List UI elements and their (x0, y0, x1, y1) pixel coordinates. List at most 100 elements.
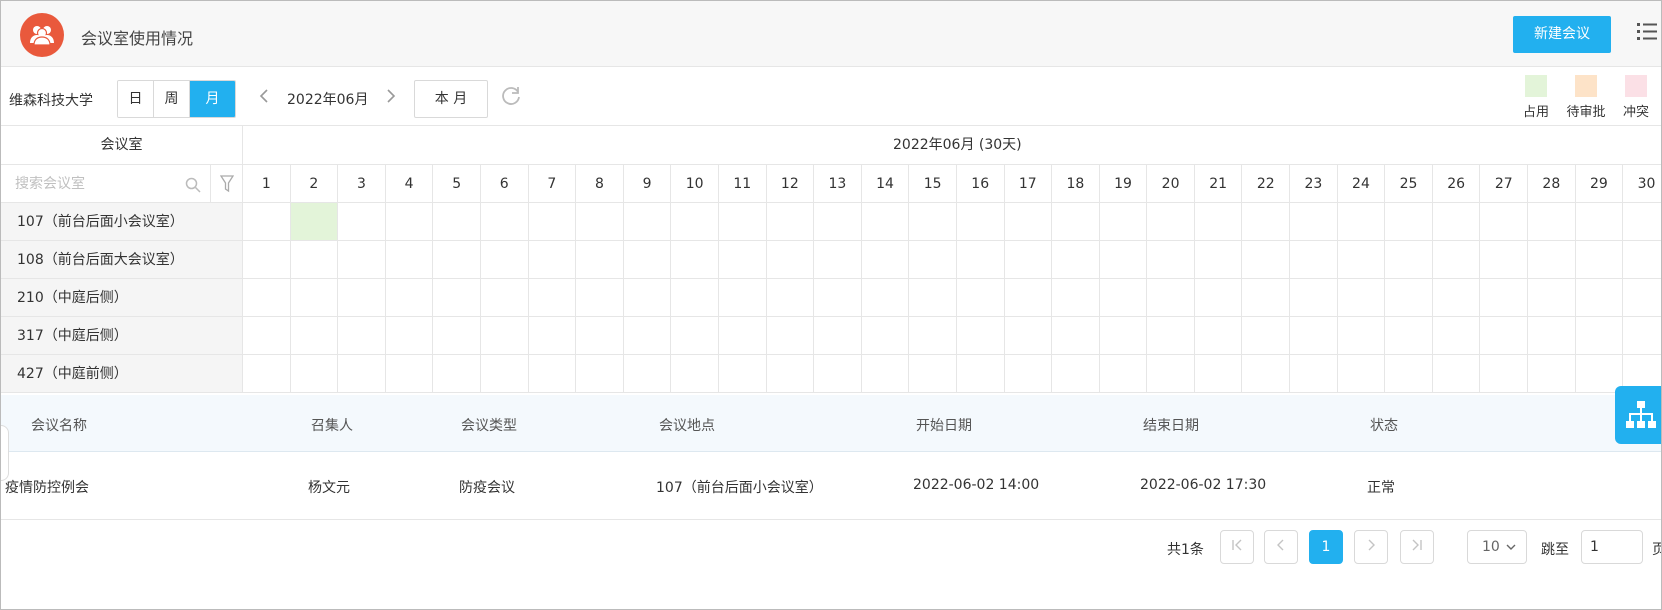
schedule-cell[interactable] (1195, 203, 1243, 240)
schedule-cell[interactable] (1005, 203, 1053, 240)
schedule-cell[interactable] (624, 203, 672, 240)
schedule-cell[interactable] (1338, 355, 1386, 392)
schedule-cell[interactable] (338, 203, 386, 240)
org-chart-button[interactable] (1615, 386, 1661, 444)
schedule-cell[interactable] (1338, 317, 1386, 354)
schedule-cell[interactable] (671, 279, 719, 316)
schedule-cell[interactable] (719, 203, 767, 240)
schedule-cell[interactable] (814, 203, 862, 240)
prev-page-icon[interactable] (1264, 530, 1298, 564)
schedule-cell[interactable] (1528, 355, 1576, 392)
schedule-cell[interactable] (862, 241, 910, 278)
schedule-cell[interactable] (1338, 241, 1386, 278)
room-row-label[interactable]: 427（中庭前侧） (1, 355, 243, 393)
schedule-cell[interactable] (1480, 279, 1529, 316)
room-row-label[interactable]: 107（前台后面小会议室） (1, 203, 243, 241)
schedule-cell[interactable] (957, 355, 1005, 392)
schedule-cell[interactable] (576, 241, 624, 278)
schedule-cell[interactable] (291, 355, 339, 392)
schedule-cell[interactable] (243, 317, 291, 354)
schedule-cell[interactable] (481, 203, 529, 240)
view-day-button[interactable]: 日 (118, 81, 154, 117)
schedule-cell[interactable] (576, 203, 624, 240)
schedule-cell[interactable] (957, 317, 1005, 354)
schedule-cell[interactable] (1005, 317, 1053, 354)
schedule-cell[interactable] (1528, 279, 1576, 316)
schedule-cell[interactable] (814, 279, 862, 316)
schedule-cell[interactable] (243, 241, 291, 278)
side-collapse-handle[interactable] (1, 425, 9, 481)
schedule-cell[interactable] (1052, 203, 1100, 240)
schedule-cell[interactable] (1528, 203, 1576, 240)
schedule-cell[interactable] (862, 279, 910, 316)
schedule-cell[interactable] (1100, 279, 1148, 316)
schedule-cell[interactable] (909, 203, 957, 240)
schedule-cell[interactable] (767, 317, 815, 354)
schedule-cell[interactable] (624, 241, 672, 278)
schedule-cell[interactable] (1005, 279, 1053, 316)
schedule-cell[interactable] (671, 203, 719, 240)
schedule-cell[interactable] (433, 203, 481, 240)
chevron-left-icon[interactable] (259, 88, 269, 108)
schedule-cell[interactable] (290, 203, 339, 240)
schedule-cell[interactable] (1528, 317, 1576, 354)
schedule-cell[interactable] (719, 355, 767, 392)
schedule-cell[interactable] (291, 279, 339, 316)
schedule-cell[interactable] (1576, 355, 1624, 392)
list-menu-icon[interactable] (1637, 21, 1657, 41)
schedule-cell[interactable] (529, 279, 577, 316)
schedule-cell[interactable] (767, 279, 815, 316)
schedule-cell[interactable] (1195, 279, 1243, 316)
schedule-cell[interactable] (386, 355, 434, 392)
schedule-cell[interactable] (386, 241, 434, 278)
schedule-cell[interactable] (957, 241, 1005, 278)
schedule-cell[interactable] (1385, 355, 1433, 392)
schedule-cell[interactable] (624, 355, 672, 392)
schedule-cell[interactable] (338, 355, 386, 392)
schedule-cell[interactable] (957, 203, 1005, 240)
jump-page-input[interactable] (1581, 530, 1643, 564)
schedule-cell[interactable] (1433, 355, 1481, 392)
schedule-cell[interactable] (1385, 203, 1433, 240)
schedule-cell[interactable] (1100, 203, 1148, 240)
schedule-cell[interactable] (291, 317, 339, 354)
schedule-cell[interactable] (767, 355, 815, 392)
schedule-cell[interactable] (481, 355, 529, 392)
schedule-cell[interactable] (243, 355, 291, 392)
schedule-cell[interactable] (1385, 241, 1433, 278)
schedule-cell[interactable] (1338, 203, 1386, 240)
schedule-cell[interactable] (1338, 279, 1386, 316)
refresh-icon[interactable] (500, 86, 522, 112)
schedule-cell[interactable] (1385, 317, 1433, 354)
last-page-icon[interactable] (1400, 530, 1434, 564)
schedule-cell[interactable] (909, 279, 957, 316)
schedule-cell[interactable] (1480, 241, 1529, 278)
schedule-cell[interactable] (814, 241, 862, 278)
schedule-cell[interactable] (1100, 241, 1148, 278)
schedule-cell[interactable] (1480, 317, 1529, 354)
schedule-cell[interactable] (481, 241, 529, 278)
schedule-cell[interactable] (862, 355, 910, 392)
schedule-cell[interactable] (957, 279, 1005, 316)
search-icon[interactable] (185, 177, 201, 197)
schedule-cell[interactable] (1147, 279, 1195, 316)
schedule-cell[interactable] (1576, 317, 1624, 354)
schedule-cell[interactable] (529, 355, 577, 392)
schedule-cell[interactable] (1433, 241, 1481, 278)
schedule-cell[interactable] (1052, 317, 1100, 354)
schedule-cell[interactable] (1147, 241, 1195, 278)
schedule-cell[interactable] (529, 241, 577, 278)
room-row-label[interactable]: 108（前台后面大会议室） (1, 241, 243, 279)
schedule-cell[interactable] (1290, 317, 1338, 354)
schedule-cell[interactable] (1623, 203, 1661, 240)
schedule-cell[interactable] (338, 241, 386, 278)
schedule-cell[interactable] (338, 317, 386, 354)
schedule-cell[interactable] (576, 355, 624, 392)
schedule-cell[interactable] (1242, 355, 1291, 392)
schedule-cell[interactable] (719, 317, 767, 354)
schedule-cell[interactable] (1433, 203, 1481, 240)
schedule-cell[interactable] (767, 241, 815, 278)
schedule-cell[interactable] (1385, 279, 1433, 316)
schedule-cell[interactable] (576, 317, 624, 354)
schedule-cell[interactable] (338, 279, 386, 316)
